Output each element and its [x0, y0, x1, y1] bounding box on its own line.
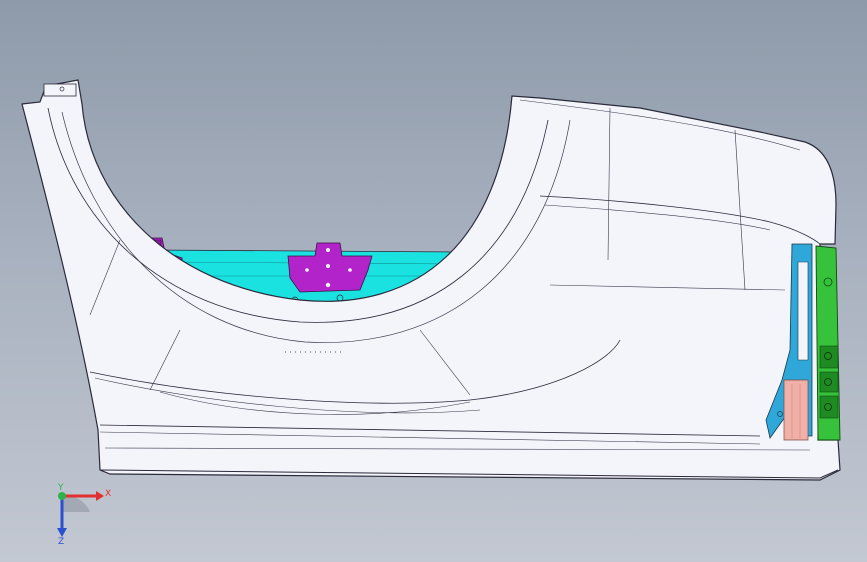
center-bracket[interactable] — [287, 242, 373, 293]
z-axis-label: Z — [58, 537, 64, 546]
seat-shell[interactable] — [21, 79, 841, 481]
y-axis-label: Y — [57, 483, 64, 493]
cad-viewport[interactable] — [0, 0, 867, 562]
x-axis-label: X — [105, 489, 111, 499]
triad-shadow — [62, 495, 90, 512]
x-axis-arrowhead — [96, 491, 104, 501]
z-axis-arrowhead — [57, 528, 67, 537]
axis-triad: X Y Z — [57, 483, 111, 546]
y-axis-dot — [58, 492, 66, 500]
